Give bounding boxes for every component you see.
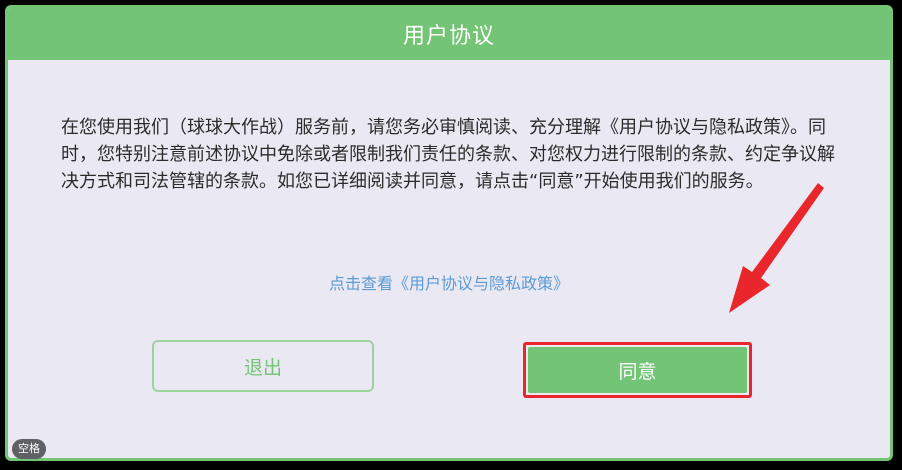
red-arrow-icon xyxy=(729,183,824,313)
space-key-badge: 空格 xyxy=(12,439,46,459)
dialog-header: 用户协议 xyxy=(8,8,890,60)
dialog-title: 用户协议 xyxy=(402,24,495,49)
agree-button-highlight: 同意 xyxy=(523,342,752,398)
agree-button[interactable]: 同意 xyxy=(528,347,747,393)
exit-button[interactable]: 退出 xyxy=(152,340,374,392)
